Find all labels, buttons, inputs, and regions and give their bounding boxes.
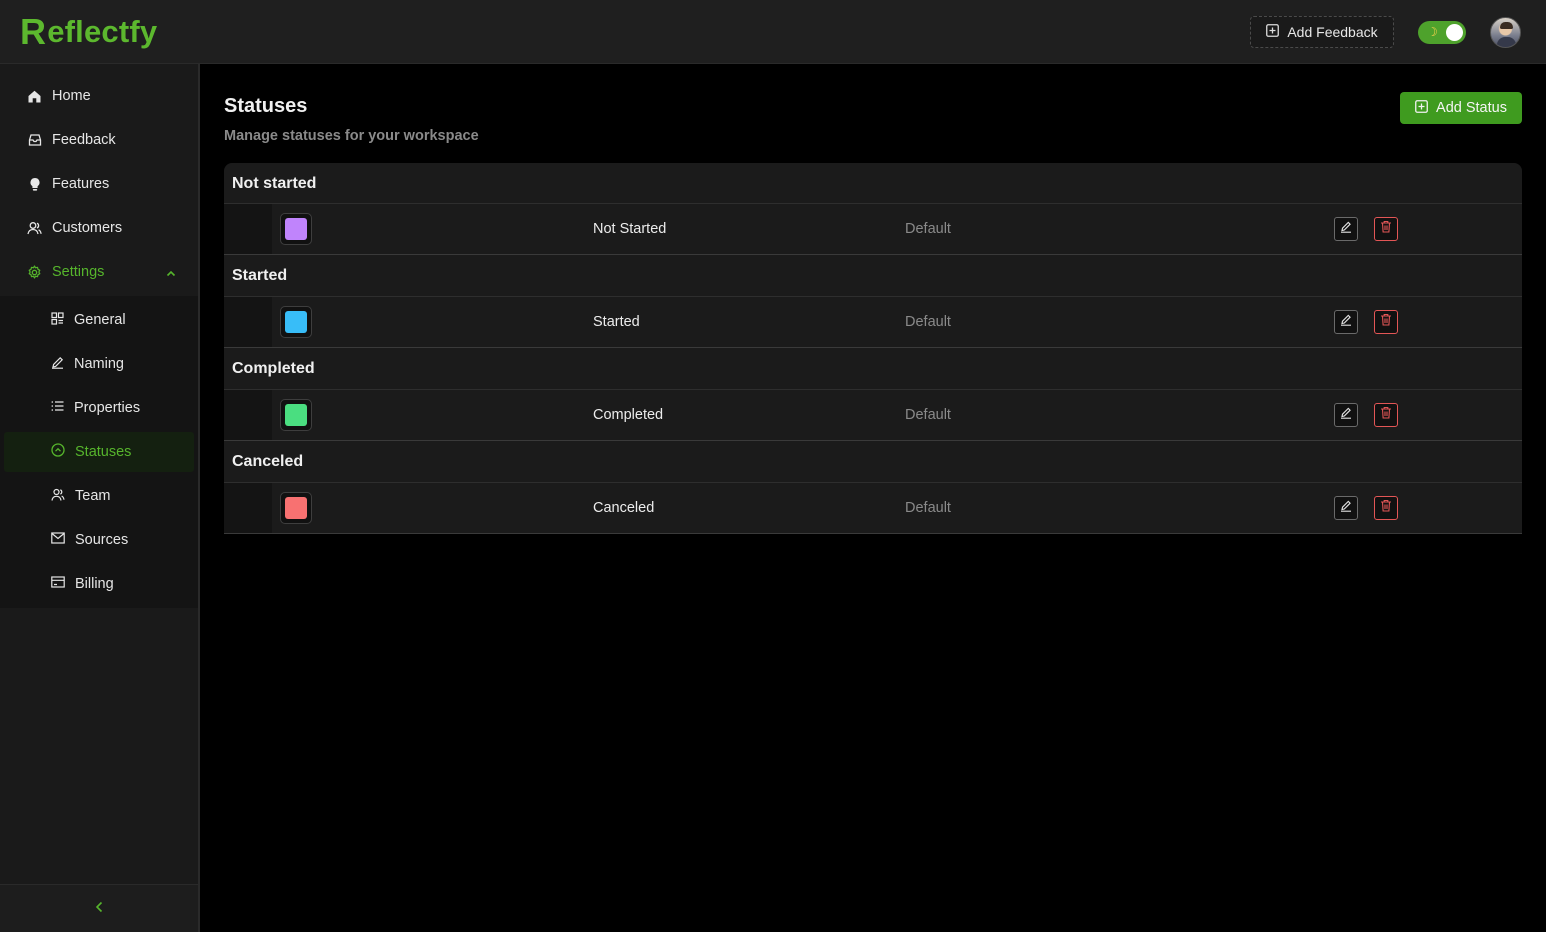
table-row: Started Default	[224, 296, 1522, 348]
sidebar-item-label: Settings	[52, 264, 105, 280]
list-icon	[51, 400, 64, 416]
delete-status-button[interactable]	[1374, 496, 1398, 520]
gear-icon	[27, 264, 42, 280]
logo-text: eflectfy	[47, 14, 158, 49]
sidebar-item-settings[interactable]: Settings	[0, 250, 198, 294]
status-name: Completed	[593, 407, 664, 423]
delete-status-button[interactable]	[1374, 403, 1398, 427]
sidebar-item-customers[interactable]: Customers	[0, 206, 198, 250]
pencil-icon	[1340, 406, 1352, 424]
color-fill	[285, 404, 307, 426]
delete-status-button[interactable]	[1374, 217, 1398, 241]
group-heading: Not started	[224, 163, 1522, 204]
sidebar-item-features[interactable]: Features	[0, 162, 198, 206]
pencil-icon	[1340, 220, 1352, 238]
group-heading: Started	[224, 255, 1522, 296]
table-row: Completed Default	[224, 389, 1522, 441]
trash-icon	[1380, 406, 1392, 424]
edit-status-button[interactable]	[1334, 310, 1358, 334]
home-icon	[27, 89, 42, 104]
sidebar-item-label: Billing	[75, 576, 114, 592]
trash-icon	[1380, 313, 1392, 331]
color-fill	[285, 218, 307, 240]
status-name: Canceled	[593, 500, 655, 516]
sidebar-item-label: Sources	[75, 532, 129, 548]
sidebar-item-team[interactable]: Team	[4, 476, 194, 516]
collapse-sidebar-button[interactable]	[0, 884, 198, 932]
top-bar: Reflectfy Add Feedback ☽	[0, 0, 1546, 64]
card-icon	[51, 576, 65, 592]
sidebar-item-home[interactable]: Home	[0, 74, 198, 118]
chevron-left-icon	[95, 900, 103, 918]
group-heading: Completed	[224, 348, 1522, 389]
inbox-icon	[27, 133, 42, 148]
page-title: Statuses	[224, 95, 308, 117]
status-default-tag: Default	[905, 500, 951, 516]
theme-toggle[interactable]: ☽	[1418, 21, 1466, 44]
sidebar-item-label: Home	[52, 88, 91, 104]
status-default-tag: Default	[905, 407, 951, 423]
sidebar-item-label: Properties	[74, 400, 141, 416]
logo-initial: R	[20, 11, 47, 52]
sidebar-item-label: Team	[75, 488, 111, 504]
chevron-up-icon	[166, 265, 176, 281]
sidebar-item-billing[interactable]: Billing	[4, 564, 194, 604]
pencil-icon	[1340, 499, 1352, 517]
mail-icon	[51, 532, 65, 548]
sidebar-item-label: General	[74, 312, 126, 328]
circle-chevron-icon	[51, 443, 65, 461]
sidebar-item-properties[interactable]: Properties	[4, 388, 194, 428]
sidebar-item-label: Statuses	[75, 444, 132, 460]
avatar[interactable]	[1490, 17, 1521, 48]
add-status-button[interactable]: Add Status	[1400, 92, 1522, 124]
add-feedback-label: Add Feedback	[1287, 24, 1378, 40]
status-color-swatch[interactable]	[280, 213, 312, 245]
moon-icon: ☽	[1427, 25, 1438, 39]
sidebar-item-label: Feedback	[52, 132, 116, 148]
sidebar-item-label: Features	[52, 176, 110, 192]
edit-status-button[interactable]	[1334, 217, 1358, 241]
settings-submenu: General Naming Properties Statuses Team	[0, 296, 198, 608]
team-icon	[51, 488, 65, 505]
plus-square-icon	[1266, 24, 1280, 40]
status-name: Not Started	[593, 221, 667, 237]
plus-square-icon	[1415, 99, 1428, 117]
status-default-tag: Default	[905, 314, 951, 330]
app-logo[interactable]: Reflectfy	[20, 14, 157, 50]
trash-icon	[1380, 220, 1392, 238]
add-status-label: Add Status	[1436, 100, 1507, 116]
sidebar-item-general[interactable]: General	[4, 300, 194, 340]
sidebar-item-label: Naming	[74, 356, 124, 372]
grid-icon	[51, 311, 64, 329]
status-color-swatch[interactable]	[280, 399, 312, 431]
sidebar-item-feedback[interactable]: Feedback	[0, 118, 198, 162]
sidebar-item-label: Customers	[52, 220, 123, 236]
group-heading: Canceled	[224, 441, 1522, 482]
color-fill	[285, 497, 307, 519]
status-name: Started	[593, 314, 640, 330]
status-color-swatch[interactable]	[280, 492, 312, 524]
sidebar: Home Feedback Features Customers Setting…	[0, 64, 200, 932]
sidebar-item-naming[interactable]: Naming	[4, 344, 194, 384]
page-subtitle: Manage statuses for your workspace	[224, 128, 479, 144]
sidebar-item-statuses[interactable]: Statuses	[4, 432, 194, 472]
status-color-swatch[interactable]	[280, 306, 312, 338]
edit-status-button[interactable]	[1334, 403, 1358, 427]
color-fill	[285, 311, 307, 333]
users-icon	[27, 221, 42, 236]
table-row: Canceled Default	[224, 482, 1522, 534]
status-default-tag: Default	[905, 221, 951, 237]
trash-icon	[1380, 499, 1392, 517]
toggle-knob	[1446, 24, 1463, 41]
add-feedback-button[interactable]: Add Feedback	[1250, 16, 1394, 48]
sidebar-item-sources[interactable]: Sources	[4, 520, 194, 560]
edit-status-button[interactable]	[1334, 496, 1358, 520]
table-row: Not Started Default	[224, 203, 1522, 255]
delete-status-button[interactable]	[1374, 310, 1398, 334]
lightbulb-icon	[27, 177, 42, 192]
pencil-icon	[1340, 313, 1352, 331]
pencil-icon	[51, 356, 64, 373]
